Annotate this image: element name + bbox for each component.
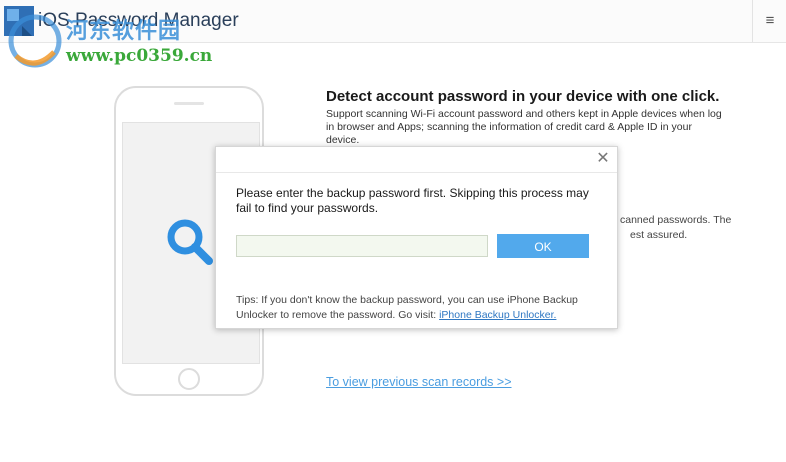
magnifier-search-icon [167,219,213,265]
ok-button[interactable]: OK [497,234,589,258]
watermark-site-name: 河东软件园 [66,19,182,44]
close-icon[interactable]: ✕ [594,149,612,169]
dialog-message: Please enter the backup password first. … [236,186,589,215]
backup-unlocker-link[interactable]: iPhone Backup Unlocker. [439,309,556,321]
menu-divider [752,0,753,42]
hamburger-menu-icon[interactable]: ≡ [760,13,780,29]
watermark-url: www.pc0359.cn [66,46,213,66]
partial-line-2: est assured. [630,229,688,241]
watermark-logo-icon [8,14,62,68]
partial-line-1: canned passwords. The [620,214,732,226]
tips-text: Tips: If you don't know the backup passw… [236,293,596,323]
backup-password-dialog: ✕ Please enter the backup password first… [215,146,618,329]
partially-hidden-text: canned passwords. The est assured. [620,213,740,243]
dialog-header: ✕ [216,147,617,173]
phone-home-button [178,368,200,390]
backup-password-input[interactable] [236,235,488,257]
description: Support scanning Wi-Fi account password … [326,108,722,146]
phone-speaker [174,102,204,105]
headline: Detect account password in your device w… [326,88,720,105]
view-scan-records-link[interactable]: To view previous scan records >> [326,375,512,389]
